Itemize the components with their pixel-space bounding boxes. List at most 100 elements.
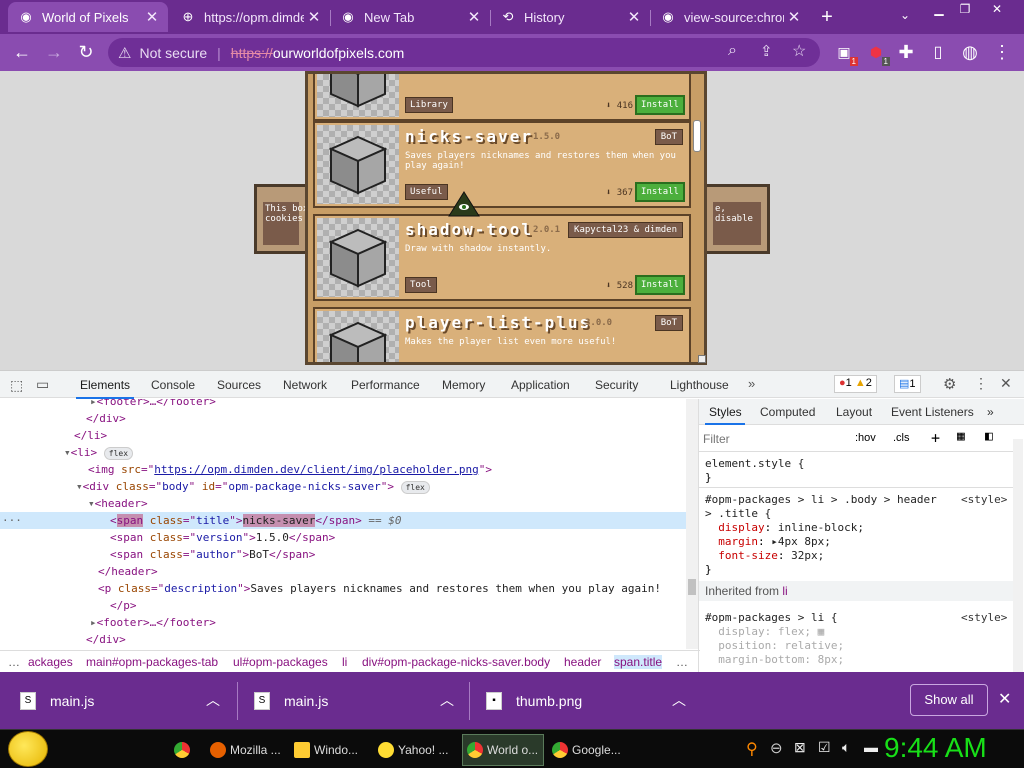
style-source-link[interactable]: <style> <box>961 493 1007 506</box>
action-center-icon[interactable]: ☑ <box>818 739 831 756</box>
install-button[interactable]: Install <box>635 182 685 202</box>
volume-icon[interactable]: 🔈︎ <box>842 739 850 756</box>
breadcrumb-item[interactable]: ackages <box>28 655 73 669</box>
taskbar-chrome-pinned[interactable] <box>170 734 200 766</box>
tab-computed[interactable]: Computed <box>760 405 815 419</box>
tab-new-tab[interactable]: ◉ New Tab ✕ <box>330 2 490 32</box>
resize-handle[interactable] <box>698 355 706 363</box>
taskbar-item[interactable]: Mozilla ... <box>206 734 286 766</box>
inspect-icon[interactable]: ⬚ <box>10 377 23 394</box>
side-panel-icon[interactable]: ▯ <box>924 38 952 66</box>
tab-history[interactable]: ⟲ History ✕ <box>490 2 650 32</box>
menu-kebab-icon[interactable]: ⋮ <box>988 38 1016 66</box>
dom-node[interactable]: ▾<header> <box>0 495 686 512</box>
tray-icon[interactable]: ⊖ <box>770 739 783 757</box>
dom-node[interactable]: ▾<li> flex <box>0 444 686 461</box>
tab-performance[interactable]: Performance <box>351 378 420 392</box>
taskbar-item-active[interactable]: World o... <box>462 734 544 766</box>
tab-memory[interactable]: Memory <box>442 378 485 392</box>
profile-avatar-icon[interactable]: ◍ <box>956 38 984 66</box>
restore-button[interactable]: ❐ <box>952 0 978 18</box>
search-icon[interactable]: ⚲ <box>746 739 758 759</box>
dom-node[interactable]: ▸<footer>…</footer> <box>0 399 686 410</box>
dom-node[interactable]: <span class="version">1.5.0</span> <box>0 529 686 546</box>
tab-event-listeners[interactable]: Event Listeners <box>891 405 974 419</box>
show-all-button[interactable]: Show all <box>910 684 988 716</box>
dom-node[interactable]: ▸<footer>…</footer> <box>0 614 686 631</box>
dom-node[interactable]: </div> <box>0 410 686 427</box>
breadcrumb-more[interactable]: … <box>8 655 20 669</box>
computed-styles-icon[interactable]: ▦ <box>957 429 965 444</box>
class-toggle[interactable]: .cls <box>893 432 910 444</box>
dom-node[interactable]: <p class="description">Saves players nic… <box>0 580 686 597</box>
breadcrumb-item[interactable]: ul#opm-packages <box>233 655 328 669</box>
puzzle-icon[interactable]: ✚ <box>892 38 920 66</box>
style-source-link[interactable]: <style> <box>961 611 1007 624</box>
scroll-thumb[interactable] <box>688 579 696 595</box>
close-window-button[interactable]: ✕ <box>984 0 1010 18</box>
tab-layout[interactable]: Layout <box>836 405 872 419</box>
messages-counter[interactable]: ▤1 <box>894 375 921 393</box>
dom-node[interactable]: <span class="author">BoT</span> <box>0 546 686 563</box>
tab-console[interactable]: Console <box>151 378 195 392</box>
close-icon[interactable]: ✕ <box>304 8 324 26</box>
tab-sources[interactable]: Sources <box>217 378 261 392</box>
chevron-up-icon[interactable]: ︿ <box>672 690 686 710</box>
close-icon[interactable]: ✕ <box>784 8 804 26</box>
tab-application[interactable]: Application <box>511 378 570 392</box>
element-style-rule[interactable]: element.style { } <box>705 457 804 485</box>
close-downloads-icon[interactable]: ✕ <box>998 689 1011 709</box>
dom-node[interactable]: </p> <box>0 597 686 614</box>
dom-node[interactable]: <img src="https://opm.dimden.dev/client/… <box>0 461 686 478</box>
tab-elements[interactable]: Elements <box>75 378 135 399</box>
download-item[interactable]: ▪ thumb.png ︿ <box>486 672 696 729</box>
share-icon[interactable]: ⇪ <box>760 42 773 60</box>
close-icon[interactable]: ✕ <box>624 8 644 26</box>
download-item[interactable]: S main.js ︿ <box>20 672 230 729</box>
tab-world-of-pixels[interactable]: ◉ World of Pixels ✕ <box>8 2 168 32</box>
tab-security[interactable]: Security <box>595 378 638 392</box>
tab-lighthouse[interactable]: Lighthouse <box>670 378 729 392</box>
ublock-icon[interactable]: ⬢ 1 <box>862 38 890 66</box>
back-arrow-icon[interactable]: ← <box>8 38 36 66</box>
forward-arrow-icon[interactable]: → <box>40 38 68 66</box>
styles-scrollbar[interactable] <box>1013 439 1023 673</box>
tab-network[interactable]: Network <box>283 378 327 392</box>
breadcrumb-item-selected[interactable]: span.title <box>614 655 663 669</box>
chevron-up-icon[interactable]: ︿ <box>440 690 454 710</box>
bookmark-star-icon[interactable]: ☆ <box>792 41 806 61</box>
address-bar[interactable]: ⚠ Not secure | https:// ourworldofpixels… <box>108 38 820 67</box>
dom-node-selected[interactable]: ··· <span class="title">nicks-saver</span… <box>0 512 686 529</box>
breadcrumb-item[interactable]: header <box>564 655 601 669</box>
zoom-icon[interactable]: ⌕ <box>728 42 737 60</box>
reload-icon[interactable]: ↻ <box>72 38 100 66</box>
taskbar-item[interactable]: Windo... <box>290 734 370 766</box>
more-tabs-icon[interactable]: » <box>748 376 755 391</box>
network-off-icon[interactable]: ⊠ <box>794 739 806 756</box>
sidebar-toggle-icon[interactable]: ◧ <box>985 429 993 444</box>
start-smiley-icon[interactable] <box>8 731 48 767</box>
dom-node[interactable]: ▾<div class="body" id="opm-package-nicks… <box>0 478 686 495</box>
add-rule-icon[interactable]: + <box>931 429 940 447</box>
elements-scrollbar[interactable] <box>686 399 698 649</box>
taskbar-item[interactable]: Yahoo! ... <box>374 734 458 766</box>
tab-search-chevron-icon[interactable]: ⌄ <box>894 8 916 22</box>
device-toggle-icon[interactable]: ▭ <box>36 376 49 393</box>
more-options-icon[interactable]: ⋮ <box>974 375 988 392</box>
breadcrumb-item[interactable]: div#opm-package-nicks-saver.body <box>362 655 550 669</box>
close-icon[interactable]: ✕ <box>464 8 484 26</box>
style-rule-title[interactable]: #opm-packages > li > .body > header > .t… <box>705 493 937 577</box>
hover-state-toggle[interactable]: :hov <box>855 432 876 444</box>
settings-gear-icon[interactable]: ⚙ <box>943 375 956 393</box>
dom-node[interactable]: </li> <box>0 427 686 444</box>
tray-icon[interactable]: ▬ <box>864 739 878 755</box>
styles-filter-input[interactable] <box>703 429 843 449</box>
packages-panel[interactable]: Library ⬇ 416 Install nicks-saver 1.5.0 … <box>305 71 707 365</box>
security-label[interactable]: Not secure <box>139 45 207 61</box>
minimize-button[interactable]: ▁ <box>926 0 952 18</box>
tab-opm[interactable]: ⊕ https://opm.dimden ✕ <box>170 2 330 32</box>
new-tab-button[interactable]: + <box>816 6 838 28</box>
chevron-up-icon[interactable]: ︿ <box>206 690 220 710</box>
style-rule-li[interactable]: #opm-packages > li { display: flex; ▦ po… <box>705 611 844 667</box>
extension-icon[interactable]: ▣ 1 <box>830 38 858 66</box>
